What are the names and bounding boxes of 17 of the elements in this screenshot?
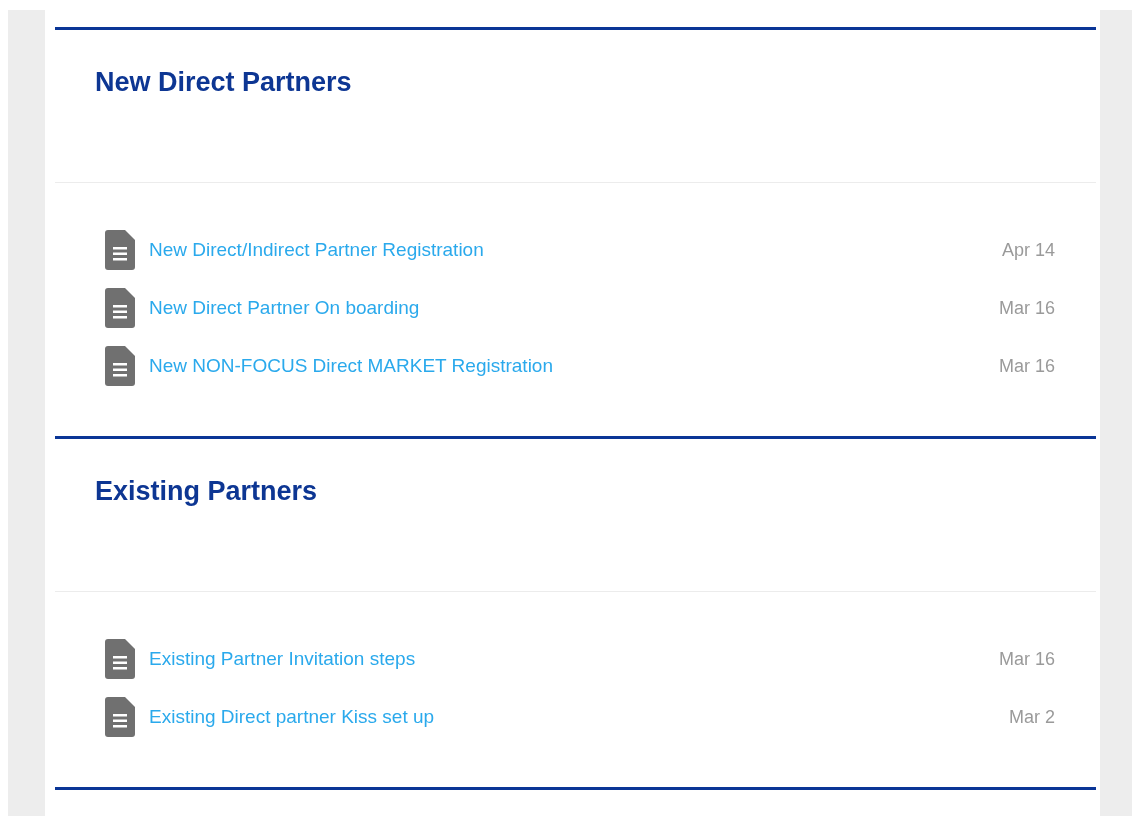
document-date: Mar 16 — [998, 354, 1055, 378]
document-date: Mar 16 — [998, 296, 1055, 320]
document-icon — [105, 230, 135, 270]
document-link[interactable]: New Direct/Indirect Partner Registration — [149, 235, 484, 265]
section-heading: Existing Partners — [95, 475, 318, 507]
document-link[interactable]: Existing Partner Invitation steps — [149, 644, 416, 674]
document-date: Mar 16 — [998, 647, 1055, 671]
section-heading: New Direct Partners — [95, 66, 352, 98]
document-date: Mar 2 — [1009, 705, 1055, 729]
document-link[interactable]: Existing Direct partner Kiss set up — [149, 702, 435, 732]
document-icon — [105, 288, 135, 328]
document-icon — [105, 697, 135, 737]
document-link[interactable]: New Direct Partner On boarding — [149, 293, 420, 323]
document-icon — [105, 346, 135, 386]
document-icon — [105, 639, 135, 679]
document-date: Apr 14 — [1001, 238, 1055, 262]
document-link[interactable]: New NON-FOCUS Direct MARKET Registration — [149, 351, 553, 381]
